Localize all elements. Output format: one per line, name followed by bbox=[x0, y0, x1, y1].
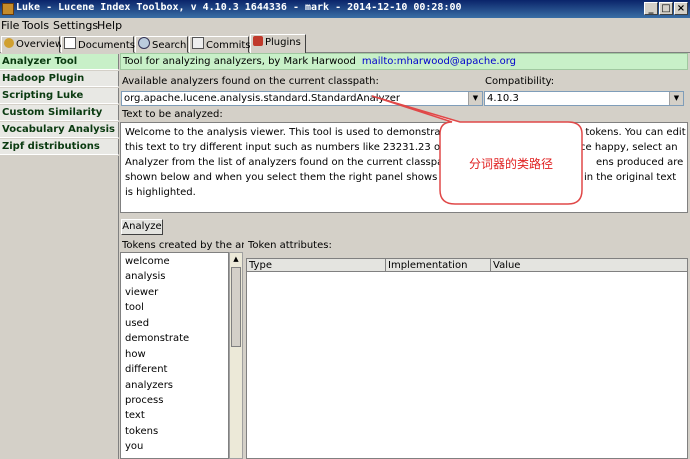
menu-bar: File Tools Settings Help bbox=[0, 18, 690, 34]
text-line: ce happy, select an bbox=[580, 142, 678, 153]
sidebar-item-analyzer-tool[interactable]: Analyzer Tool bbox=[0, 54, 119, 70]
list-item[interactable]: different bbox=[125, 364, 167, 375]
documents-icon bbox=[64, 37, 76, 49]
list-item[interactable]: analysis bbox=[125, 271, 166, 282]
column-type[interactable]: Type bbox=[247, 259, 386, 272]
text-line: Welcome to the analysis viewer. This too… bbox=[125, 127, 487, 138]
tokens-scrollbar[interactable]: ▲ bbox=[229, 252, 243, 459]
text-line: pan in the original text bbox=[562, 172, 677, 183]
overview-icon bbox=[4, 38, 14, 48]
tab-label: Documents bbox=[78, 40, 136, 51]
text-line: into tokens. You can edit bbox=[563, 127, 686, 138]
sidebar-item-zipf[interactable]: Zipf distributions bbox=[0, 139, 119, 155]
table-header: Type Implementation Value bbox=[247, 259, 687, 272]
scroll-up-icon[interactable]: ▲ bbox=[231, 254, 241, 265]
text-line: this text to try different input such as… bbox=[125, 142, 492, 153]
analysis-text-area[interactable]: Welcome to the analysis viewer. This too… bbox=[120, 122, 688, 213]
tab-overview[interactable]: Overview bbox=[1, 36, 64, 53]
analyzer-value: org.apache.lucene.analysis.standard.Stan… bbox=[124, 93, 400, 104]
list-item[interactable]: how bbox=[125, 349, 146, 360]
tab-label: Search bbox=[152, 40, 187, 51]
attributes-label: Token attributes: bbox=[248, 240, 332, 251]
text-line: Analyzer from the list of analyzers foun… bbox=[125, 157, 489, 168]
author-email-link[interactable]: mailto:mharwood@apache.org bbox=[362, 56, 516, 67]
sidebar-item-vocabulary-analysis[interactable]: Vocabulary Analysis Tool bbox=[0, 122, 119, 138]
tab-documents[interactable]: Documents bbox=[61, 36, 136, 53]
menu-help[interactable]: Help bbox=[97, 19, 122, 32]
commits-icon bbox=[192, 37, 204, 49]
tab-search[interactable]: Search bbox=[135, 36, 188, 53]
analyze-button[interactable]: Analyze bbox=[121, 219, 163, 235]
text-line: is highlighted. bbox=[125, 187, 196, 198]
column-implementation[interactable]: Implementation bbox=[386, 259, 491, 272]
list-item[interactable]: used bbox=[125, 318, 149, 329]
compatibility-value: 4.10.3 bbox=[487, 93, 519, 104]
text-line: shown below and when you select them the… bbox=[125, 172, 488, 183]
list-item[interactable]: analyzers bbox=[125, 380, 173, 391]
chevron-down-icon[interactable]: ▼ bbox=[669, 92, 683, 105]
maximize-button[interactable]: □ bbox=[659, 2, 673, 15]
sidebar-item-scripting-luke[interactable]: Scripting Luke bbox=[0, 88, 119, 104]
sidebar-empty bbox=[0, 156, 119, 459]
column-value[interactable]: Value bbox=[491, 259, 687, 272]
text-line: ens produced are bbox=[596, 157, 684, 168]
list-item[interactable]: viewer bbox=[125, 287, 158, 298]
plugins-icon bbox=[253, 36, 263, 46]
menu-tools[interactable]: Tools bbox=[22, 19, 49, 32]
scroll-thumb[interactable] bbox=[231, 267, 241, 347]
tab-plugins[interactable]: Plugins bbox=[250, 34, 306, 54]
list-item[interactable]: text bbox=[125, 410, 145, 421]
analyzers-label: Available analyzers found on the current… bbox=[122, 76, 379, 87]
list-item[interactable]: process bbox=[125, 395, 163, 406]
attributes-table[interactable]: Type Implementation Value bbox=[246, 258, 688, 459]
list-item[interactable]: demonstrate bbox=[125, 333, 189, 344]
window-title: Luke - Lucene Index Toolbox, v 4.10.3 16… bbox=[16, 2, 462, 13]
plugin-description: Tool for analyzing analyzers, by Mark Ha… bbox=[123, 56, 356, 67]
search-icon bbox=[138, 37, 150, 49]
menu-settings[interactable]: Settings bbox=[53, 19, 98, 32]
list-item[interactable]: tool bbox=[125, 302, 144, 313]
analyzer-select[interactable]: org.apache.lucene.analysis.standard.Stan… bbox=[121, 91, 483, 106]
title-bar: Luke - Lucene Index Toolbox, v 4.10.3 16… bbox=[0, 0, 690, 18]
list-item[interactable]: tokens bbox=[125, 426, 158, 437]
tokens-label: Tokens created by the analy bbox=[122, 240, 244, 251]
tokens-list[interactable]: welcome analysis viewer tool used demons… bbox=[120, 252, 229, 459]
plugin-header: Tool for analyzing analyzers, by Mark Ha… bbox=[120, 53, 688, 70]
text-label: Text to be analyzed: bbox=[122, 109, 223, 120]
tab-bar: Overview Documents Search Commits Plugin… bbox=[0, 34, 690, 54]
compatibility-select[interactable]: 4.10.3 ▼ bbox=[484, 91, 684, 106]
sidebar-item-hadoop-plugin[interactable]: Hadoop Plugin bbox=[0, 71, 119, 87]
tab-label: Commits bbox=[206, 40, 251, 51]
list-item[interactable]: welcome bbox=[125, 256, 170, 267]
tab-label: Plugins bbox=[265, 37, 301, 48]
list-item[interactable]: you bbox=[125, 441, 143, 452]
close-button[interactable]: × bbox=[674, 2, 688, 15]
minimize-button[interactable]: _ bbox=[644, 2, 658, 15]
app-icon bbox=[2, 3, 14, 15]
sidebar-item-custom-similarity[interactable]: Custom Similarity bbox=[0, 105, 119, 121]
chevron-down-icon[interactable]: ▼ bbox=[468, 92, 482, 105]
menu-file[interactable]: File bbox=[1, 19, 19, 32]
tab-label: Overview bbox=[16, 39, 64, 50]
tab-commits[interactable]: Commits bbox=[189, 36, 251, 53]
compatibility-label: Compatibility: bbox=[485, 76, 555, 87]
